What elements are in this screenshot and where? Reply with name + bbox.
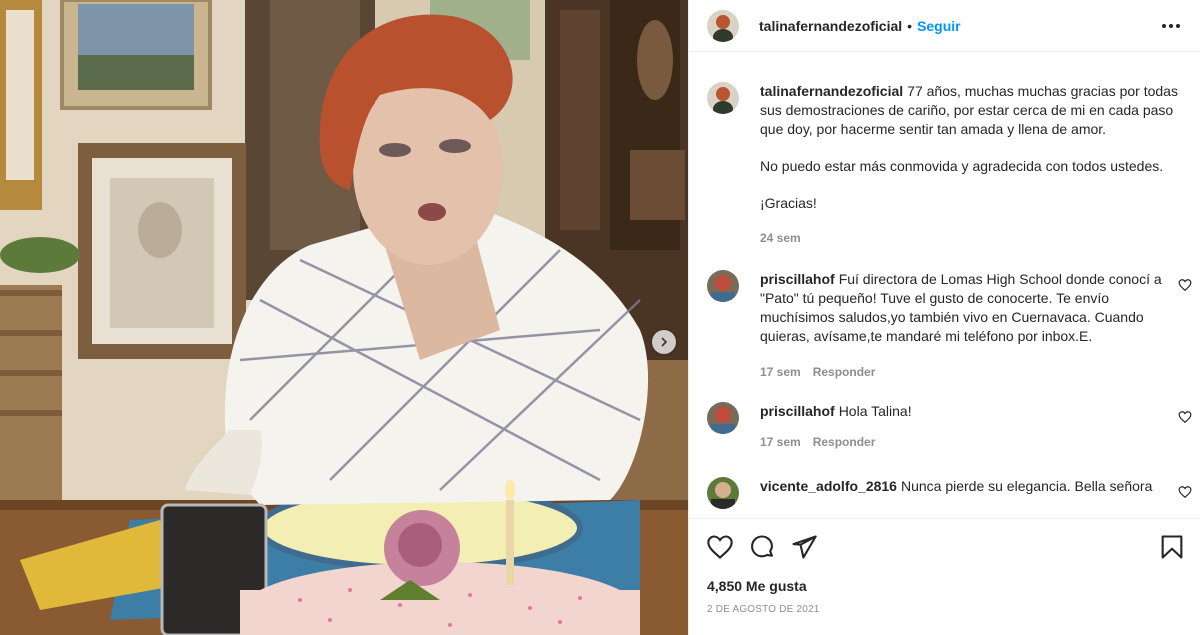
comment-meta: 17 sem Responder (760, 433, 1164, 452)
comment-time[interactable]: 17 sem (760, 363, 801, 382)
photo-illustration (0, 0, 688, 635)
caption-avatar[interactable] (707, 82, 739, 114)
comment-username[interactable]: vicente_adolfo_2816 (760, 478, 897, 494)
comment-like-heart-icon[interactable] (1178, 410, 1192, 424)
comment-like-heart-icon[interactable] (1178, 485, 1192, 499)
post-caption: talinafernandezoficial 77 años, muchas mu… (707, 82, 1192, 252)
follow-button[interactable]: Seguir (917, 18, 961, 34)
carousel-next-button[interactable] (652, 330, 676, 354)
reply-button[interactable]: Responder (813, 433, 876, 452)
comment-icon[interactable] (748, 533, 776, 561)
action-icons-row (706, 533, 1186, 561)
comments-list[interactable]: talinafernandezoficial 77 años, muchas mu… (689, 52, 1200, 518)
more-options-icon[interactable] (1158, 20, 1184, 32)
comment-text: Nunca pierde su elegancia. Bella señora (900, 478, 1153, 494)
commenter-avatar[interactable] (707, 402, 739, 434)
share-icon[interactable] (790, 533, 818, 561)
bookmark-icon[interactable] (1158, 533, 1186, 561)
post-photo[interactable] (0, 0, 688, 635)
post-header: talinafernandezoficial • Seguir (689, 0, 1200, 52)
author-avatar[interactable] (707, 9, 739, 42)
header-username[interactable]: talinafernandezoficial (759, 18, 902, 34)
avatar-image (707, 82, 739, 114)
comment-like-heart-icon[interactable] (1178, 278, 1192, 292)
caption-username[interactable]: talinafernandezoficial (760, 83, 903, 99)
comment-text: Hola Talina! (838, 403, 912, 419)
likes-count[interactable]: 4,850 Me gusta (707, 578, 807, 594)
comment-username[interactable]: priscillahof (760, 271, 835, 287)
post-side-panel: talinafernandezoficial • Seguir talinafe… (688, 0, 1200, 635)
comment-item: priscillahof Fuí directora de Lomas High … (707, 270, 1192, 380)
commenter-avatar[interactable] (707, 477, 739, 509)
avatar-image (707, 477, 739, 509)
caption-text-2: No puedo estar más conmovida y agradecid… (760, 158, 1164, 174)
comment-item: priscillahof Hola Talina! 17 sem Responde… (707, 402, 1192, 452)
commenter-avatar[interactable] (707, 270, 739, 302)
avatar-image (707, 9, 739, 42)
caption-meta: 24 sem (760, 229, 1182, 248)
comment-item: vicente_adolfo_2816 Nunca pierde su elega… (707, 477, 1192, 517)
chevron-right-icon (661, 337, 668, 347)
comment-meta: 17 sem Responder (760, 363, 1164, 382)
avatar-image (707, 402, 739, 434)
comment-body: priscillahof Fuí directora de Lomas High … (760, 270, 1164, 382)
caption-time[interactable]: 24 sem (760, 229, 801, 248)
post-actions: 4,850 Me gusta 2 de agosto de 2021 (689, 518, 1200, 635)
comment-body: priscillahof Hola Talina! 17 sem Responde… (760, 402, 1164, 452)
heart-icon[interactable] (706, 533, 734, 561)
comment-username[interactable]: priscillahof (760, 403, 835, 419)
caption-text-3: ¡Gracias! (760, 195, 817, 211)
avatar-image (707, 270, 739, 302)
comment-time[interactable]: 17 sem (760, 433, 801, 452)
comment-body: vicente_adolfo_2816 Nunca pierde su elega… (760, 477, 1164, 496)
reply-button[interactable]: Responder (813, 363, 876, 382)
header-separator: • (907, 17, 913, 34)
post-date[interactable]: 2 de agosto de 2021 (707, 604, 820, 615)
caption-body: talinafernandezoficial 77 años, muchas mu… (760, 82, 1182, 248)
